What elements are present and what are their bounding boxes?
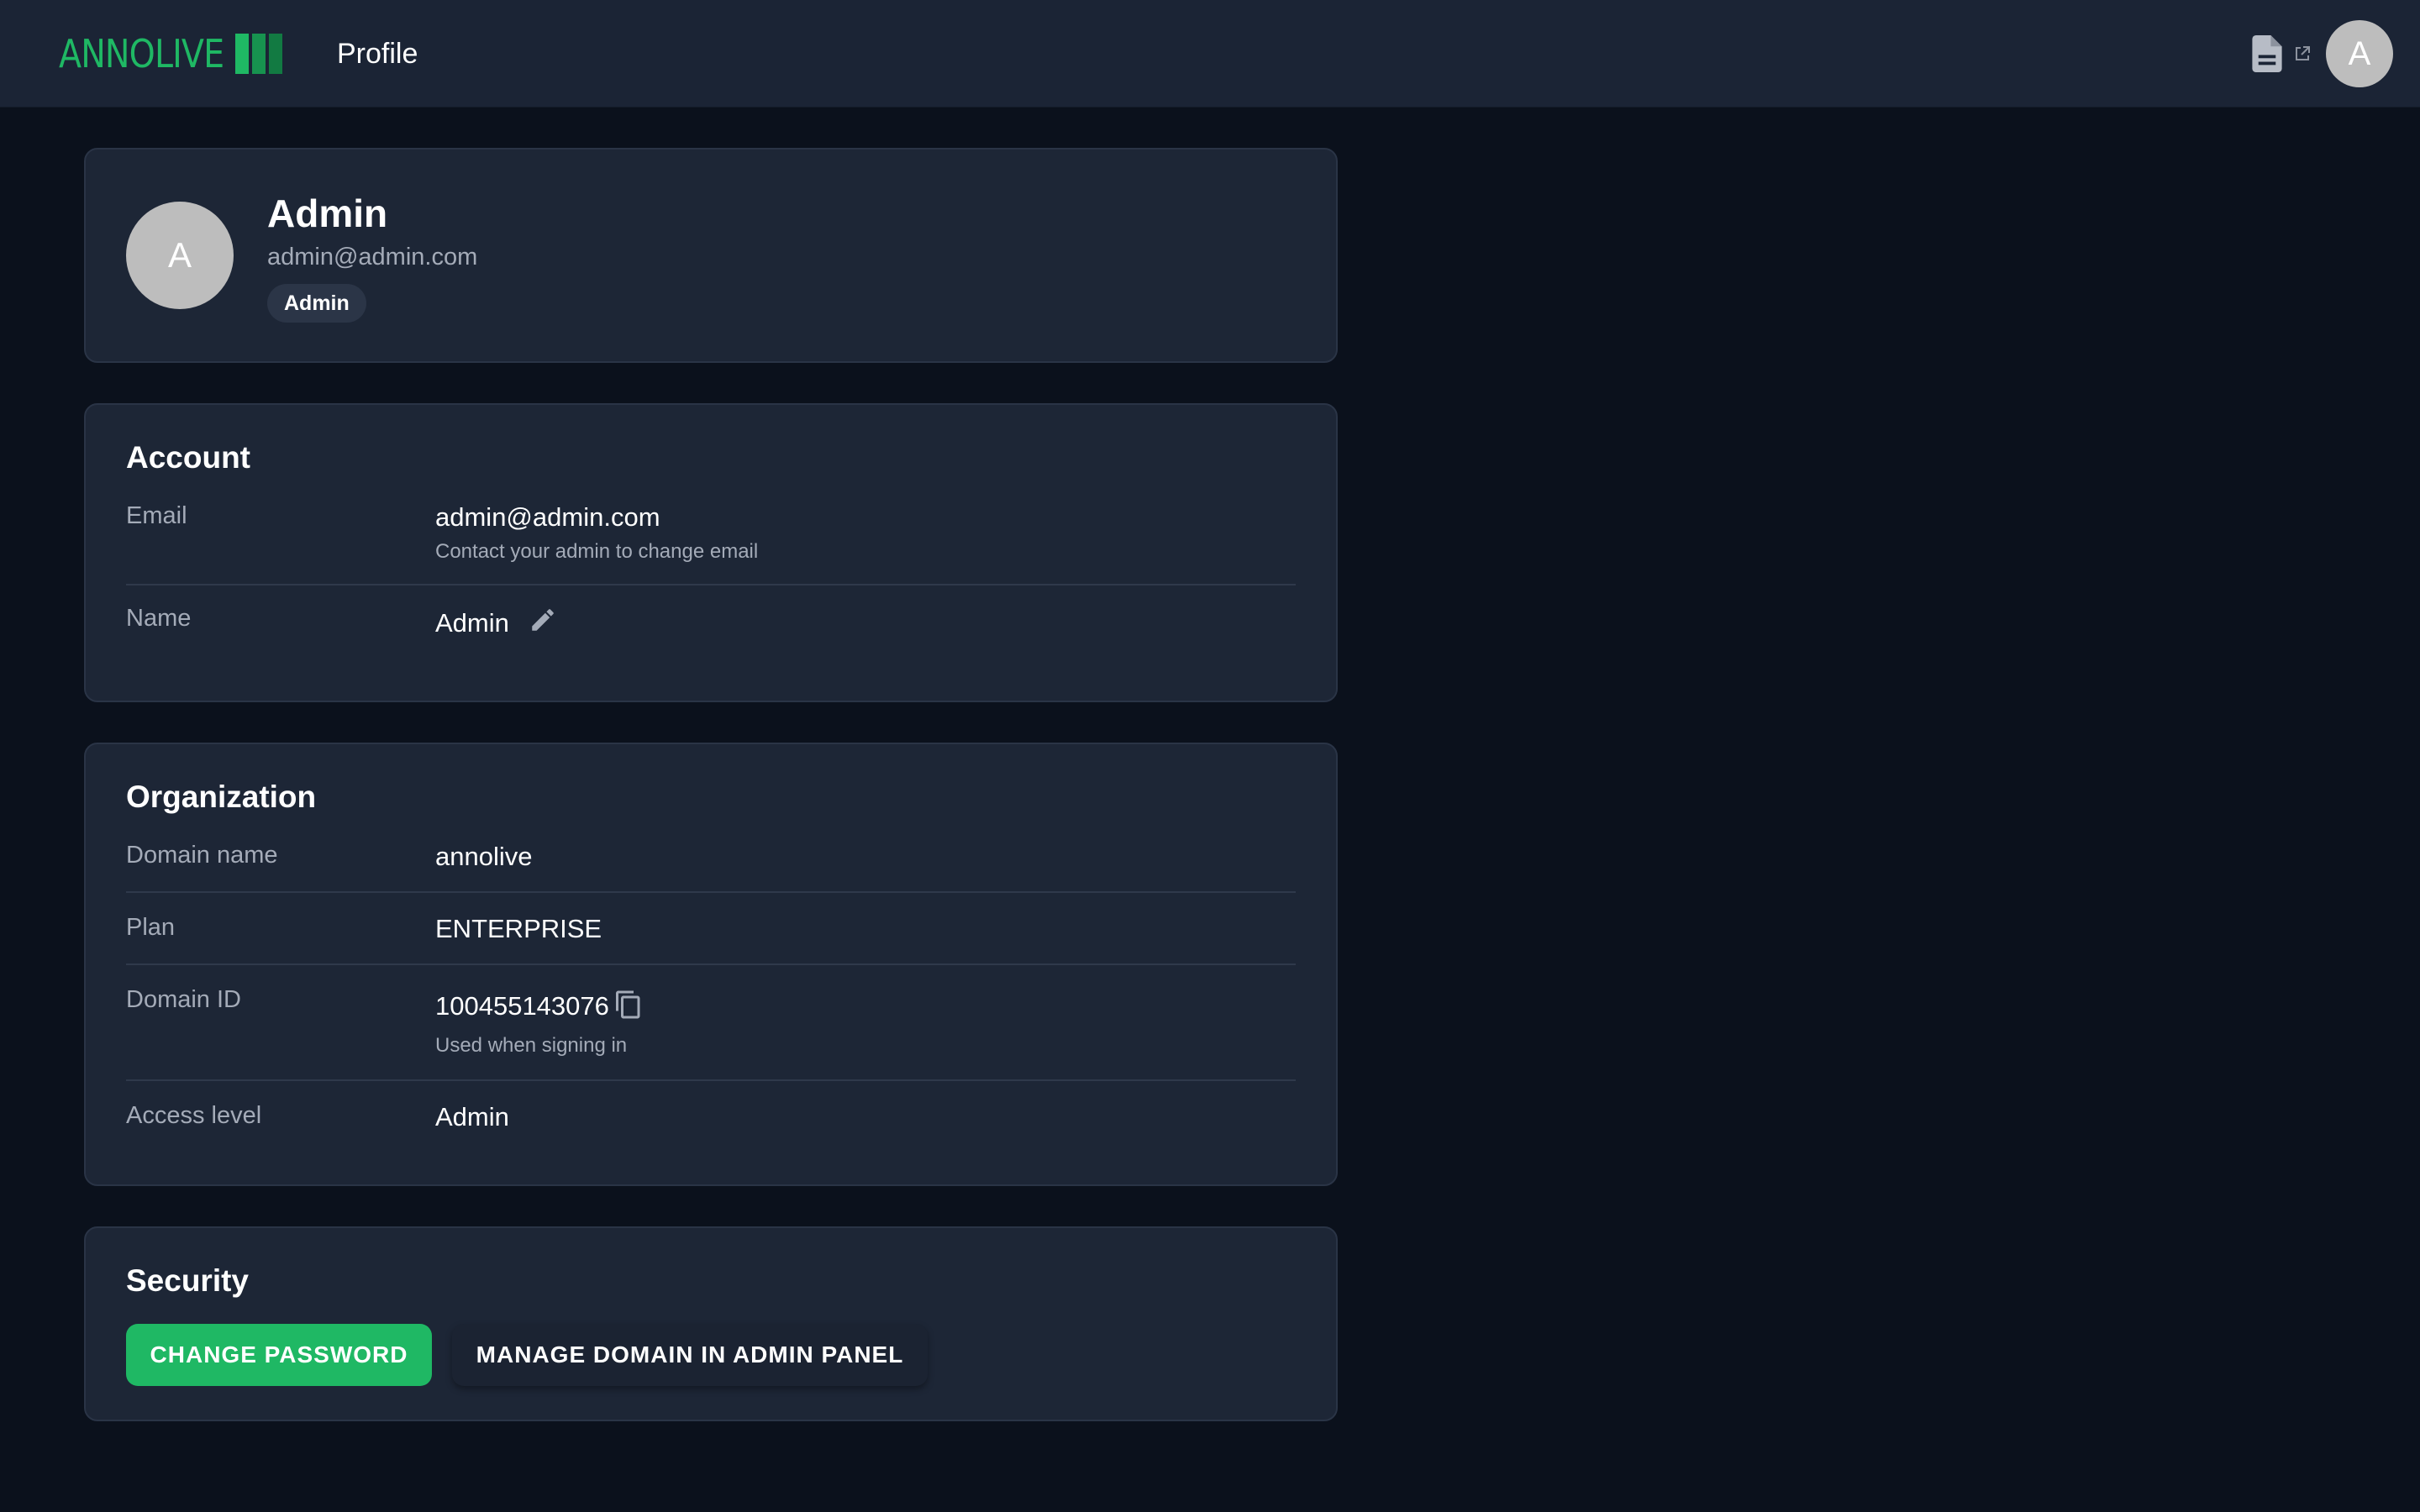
top-app-bar: ANNOLIVE Profile A (0, 0, 2420, 108)
security-card: Security CHANGE PASSWORD MANAGE DOMAIN I… (84, 1226, 1338, 1421)
row-divider (126, 584, 1296, 585)
security-section-title: Security (126, 1263, 250, 1298)
role-badge: Admin (267, 284, 366, 323)
account-section-title: Account (126, 440, 250, 475)
profile-summary-card: A Admin admin@admin.com Admin (84, 148, 1338, 363)
organization-section-title: Organization (126, 780, 317, 814)
access-level-value: Admin (435, 1102, 509, 1131)
pencil-icon (529, 606, 557, 638)
plan-label: Plan (126, 914, 176, 941)
name-label: Name (126, 605, 192, 632)
domain-name-label: Domain name (126, 842, 278, 869)
manage-domain-button[interactable]: MANAGE DOMAIN IN ADMIN PANEL (452, 1324, 928, 1386)
annolive-logo[interactable]: ANNOLIVE (59, 31, 282, 76)
external-link-icon (2294, 45, 2311, 66)
change-password-button[interactable]: CHANGE PASSWORD (126, 1324, 432, 1386)
document-icon (2252, 35, 2282, 76)
domain-id-label: Domain ID (126, 986, 241, 1013)
profile-email: admin@admin.com (267, 244, 478, 270)
access-level-label: Access level (126, 1102, 262, 1129)
profile-avatar: A (126, 202, 234, 309)
plan-value: ENTERPRISE (435, 914, 602, 943)
documentation-link[interactable] (2252, 34, 2319, 76)
profile-name: Admin (267, 192, 388, 235)
name-value: Admin (435, 608, 509, 638)
organization-card: Organization Domain name annolive Plan E… (84, 743, 1338, 1186)
row-divider (126, 891, 1296, 893)
email-hint: Contact your admin to change email (435, 540, 759, 563)
copy-icon (613, 990, 644, 1024)
domain-id-hint: Used when signing in (435, 1034, 628, 1057)
page-title: Profile (337, 38, 418, 70)
domain-id-value: 100455143076 (435, 991, 609, 1021)
email-value: admin@admin.com (435, 502, 660, 532)
domain-name-value: annolive (435, 842, 533, 871)
copy-domain-id-button[interactable] (608, 986, 649, 1026)
row-divider (126, 1079, 1296, 1081)
email-label: Email (126, 502, 187, 529)
user-avatar-button[interactable]: A (2326, 20, 2393, 87)
row-divider (126, 963, 1296, 965)
logo-bars-icon (235, 34, 282, 74)
account-card: Account Email admin@admin.com Contact yo… (84, 403, 1338, 702)
logo-wordmark: ANNOLIVE (59, 31, 224, 76)
edit-name-button[interactable] (523, 601, 563, 642)
